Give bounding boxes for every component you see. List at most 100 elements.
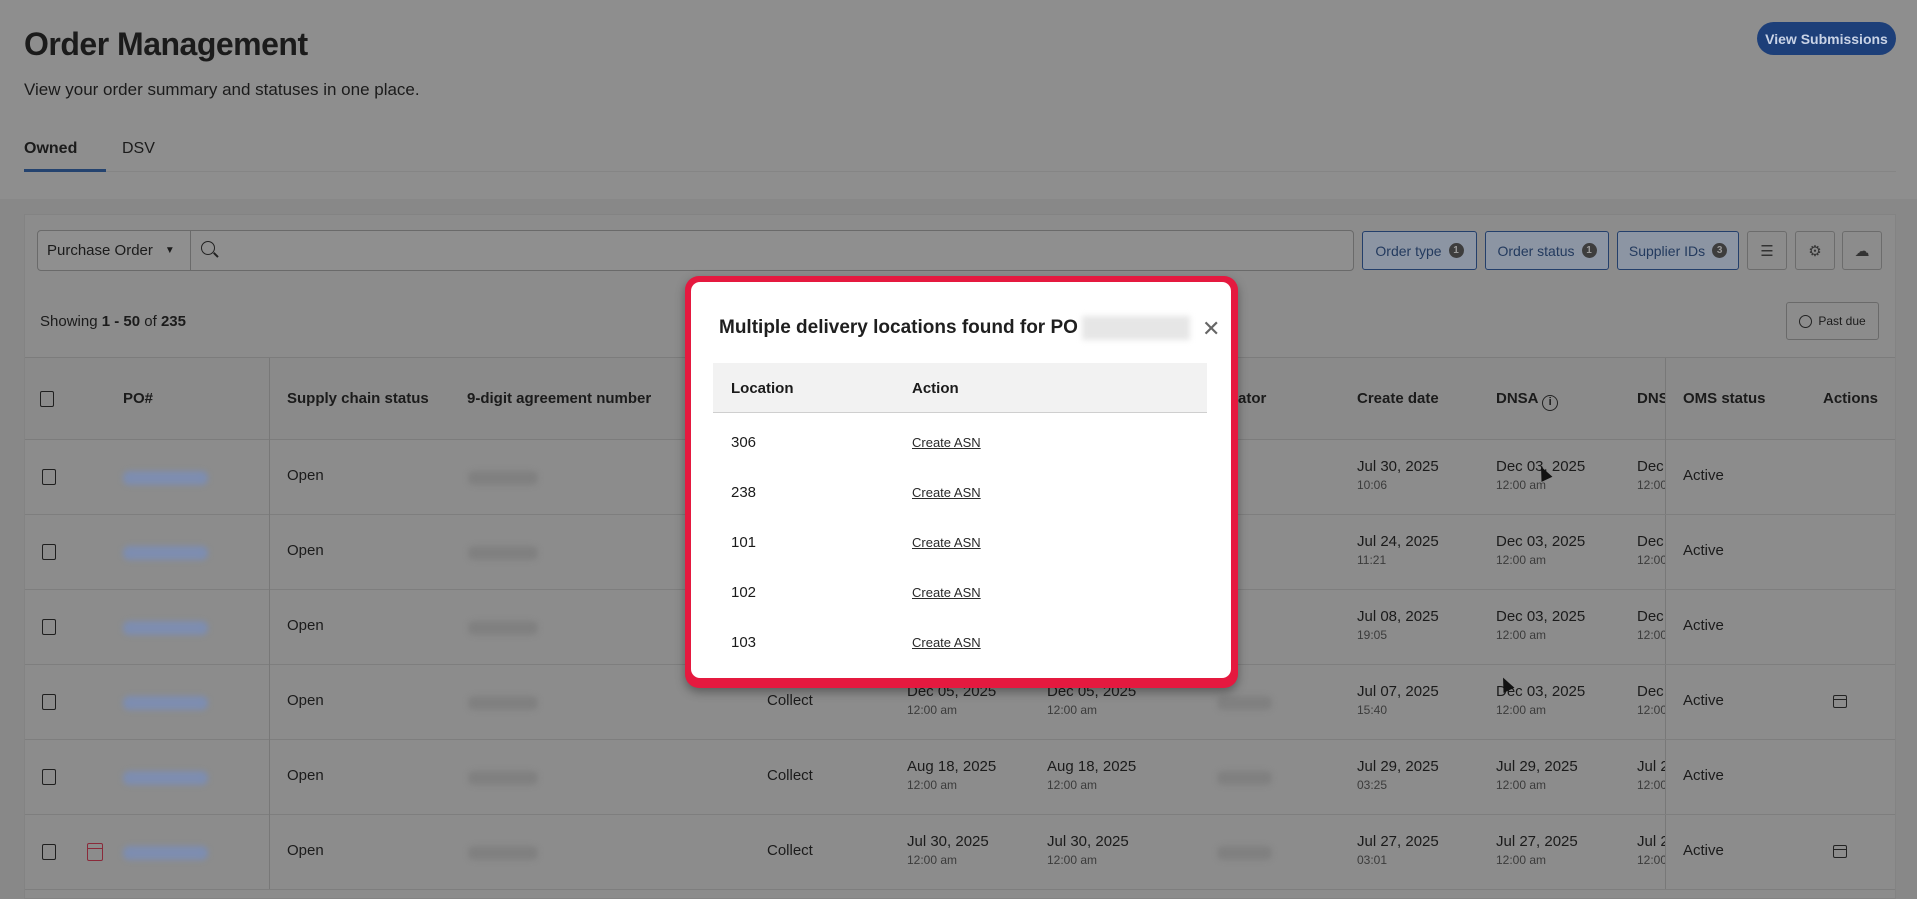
select-all-checkbox[interactable] <box>40 391 54 407</box>
create-date-value: Jul 27, 2025 <box>1357 833 1439 850</box>
location-row: 101 Create ASN <box>713 519 1207 569</box>
row-checkbox[interactable] <box>42 844 56 860</box>
header-action: Action <box>912 380 959 397</box>
po-number-link[interactable] <box>123 546 208 560</box>
creator <box>1217 696 1272 710</box>
date-2: Aug 18, 2025 12:00 am <box>1047 758 1136 792</box>
create-date: Jul 07, 2025 15:40 <box>1357 683 1439 717</box>
location-number: 103 <box>731 634 757 651</box>
column-divider <box>269 440 270 889</box>
po-number-link[interactable] <box>123 621 208 635</box>
po-number-link[interactable] <box>123 846 208 860</box>
settings-button[interactable]: ⚙ <box>1795 231 1835 270</box>
dnsa-date-value: Jul 29, 2025 <box>1496 758 1578 775</box>
supply-chain-status: Open <box>287 467 324 484</box>
filter-count-badge: 1 <box>1448 243 1464 258</box>
row-checkbox[interactable] <box>42 469 56 485</box>
filter-order-status[interactable]: Order status 1 <box>1485 231 1609 270</box>
search-type-select[interactable]: Purchase Order ▼ <box>37 230 191 271</box>
package-icon[interactable] <box>1833 695 1847 708</box>
search-type-value: Purchase Order <box>47 242 153 259</box>
order-type: Collect <box>767 767 813 784</box>
columns-button[interactable]: ☰ <box>1747 231 1787 270</box>
dns-date: Dec 12:00 <box>1637 458 1665 492</box>
agreement-number <box>468 546 538 560</box>
dns-date: Dec 12:00 <box>1637 683 1665 717</box>
po-number-link[interactable] <box>123 471 208 485</box>
row-checkbox[interactable] <box>42 544 56 560</box>
create-date: Jul 08, 2025 19:05 <box>1357 608 1439 642</box>
tab-owned[interactable]: Owned <box>24 140 106 172</box>
modal-table-header: Location Action <box>713 363 1207 413</box>
location-number: 306 <box>731 434 757 451</box>
list-icon: ☰ <box>1760 242 1774 260</box>
page-title: Order Management <box>24 26 308 62</box>
po-number-link[interactable] <box>123 696 208 710</box>
header-create-date[interactable]: Create date <box>1357 390 1439 407</box>
calendar-icon <box>87 843 103 861</box>
header-agreement-number[interactable]: 9-digit agreement number <box>467 390 651 407</box>
dns-date-value: Dec <box>1637 608 1664 625</box>
view-submissions-button[interactable]: View Submissions <box>1757 22 1896 55</box>
date-1: Aug 18, 2025 12:00 am <box>907 758 996 792</box>
dns-date-time: 12:00 <box>1637 478 1665 492</box>
search-input[interactable] <box>190 230 1354 271</box>
past-due-button[interactable]: Past due <box>1786 302 1879 340</box>
filter-supplier-ids[interactable]: Supplier IDs 3 <box>1617 231 1739 270</box>
dns-date: Jul 2 12:00 <box>1637 758 1665 792</box>
download-button[interactable]: ☁ <box>1842 231 1882 270</box>
create-asn-link[interactable]: Create ASN <box>912 435 981 450</box>
date-2-value: Aug 18, 2025 <box>1047 758 1137 775</box>
create-date-time: 15:40 <box>1357 703 1388 717</box>
dns-date-value: Jul 2 <box>1637 758 1665 775</box>
create-asn-link[interactable]: Create ASN <box>912 585 981 600</box>
dnsa-date-time: 12:00 am <box>1496 853 1547 867</box>
row-checkbox[interactable] <box>42 769 56 785</box>
supply-chain-status: Open <box>287 842 324 859</box>
agreement-number <box>468 621 538 635</box>
agreement-number <box>468 471 538 485</box>
supply-chain-status: Open <box>287 692 324 709</box>
dnsa-date: Dec 03, 2025 12:00 am <box>1496 608 1585 642</box>
create-asn-link[interactable]: Create ASN <box>912 535 981 550</box>
dns-date-time: 12:00 <box>1637 628 1665 642</box>
row-checkbox[interactable] <box>42 619 56 635</box>
location-row: 306 Create ASN <box>713 419 1207 469</box>
oms-status: Active <box>1683 617 1724 634</box>
close-icon[interactable]: ✕ <box>1202 318 1220 340</box>
column-divider <box>269 358 270 441</box>
past-due-label: Past due <box>1818 314 1866 328</box>
dnsa-date: Dec 03, 2025 12:00 am <box>1496 533 1585 567</box>
tab-dsv[interactable]: DSV <box>122 140 155 158</box>
dnsa-date: Jul 29, 2025 12:00 am <box>1496 758 1578 792</box>
header-po[interactable]: PO# <box>123 390 153 407</box>
dns-date-value: Dec <box>1637 458 1664 475</box>
date-1-time: 12:00 am <box>907 853 958 867</box>
tab-divider <box>106 171 1896 172</box>
header-dns[interactable]: DNS <box>1637 390 1665 407</box>
dnsa-date: Jul 27, 2025 12:00 am <box>1496 833 1578 867</box>
location-row: 102 Create ASN <box>713 569 1207 619</box>
filter-order-type[interactable]: Order type 1 <box>1362 231 1477 270</box>
header-dnsa[interactable]: DNSA i <box>1496 390 1559 411</box>
row-checkbox[interactable] <box>42 694 56 710</box>
info-icon[interactable]: i <box>1542 395 1559 411</box>
header-oms-status[interactable]: OMS status <box>1683 390 1766 407</box>
supply-chain-status: Open <box>287 542 324 559</box>
location-number: 101 <box>731 534 757 551</box>
header-supply-chain-status[interactable]: Supply chain status <box>287 390 429 407</box>
agreement-number <box>468 771 538 785</box>
create-asn-link[interactable]: Create ASN <box>912 485 981 500</box>
create-asn-link[interactable]: Create ASN <box>912 635 981 650</box>
header-creator[interactable]: ator <box>1238 390 1266 407</box>
dns-date-time: 12:00 <box>1637 778 1665 792</box>
oms-status: Active <box>1683 842 1724 859</box>
po-number-link[interactable] <box>123 771 208 785</box>
delivery-locations-modal: Multiple delivery locations found for PO… <box>685 276 1238 688</box>
package-icon[interactable] <box>1833 845 1847 858</box>
date-2-time: 12:00 am <box>1047 778 1098 792</box>
dns-date: Dec 12:00 <box>1637 533 1665 567</box>
results-total: 235 <box>160 313 186 330</box>
dns-date-time: 12:00 <box>1637 553 1665 567</box>
order-type: Collect <box>767 842 813 859</box>
